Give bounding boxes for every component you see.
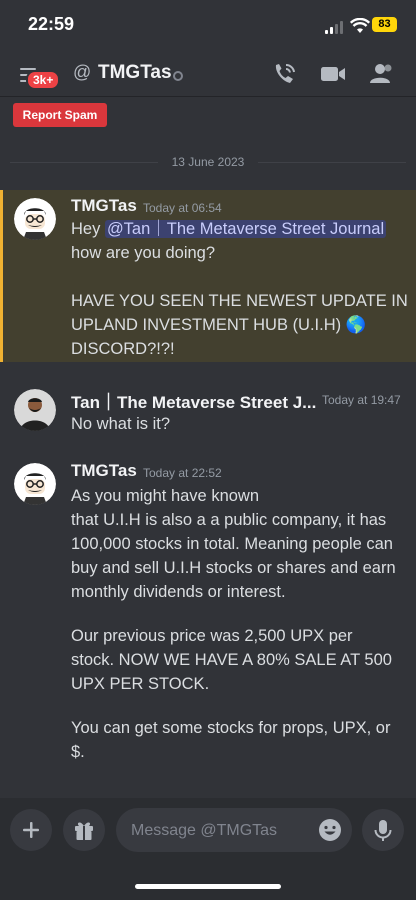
user-mention[interactable]: @Tan｜The Metaverse Street Journal (104, 220, 387, 238)
microphone-icon (374, 820, 392, 841)
message-author[interactable]: Tan｜The Metaverse Street J... (71, 388, 316, 413)
message-line: UPX PER STOCK. (71, 675, 210, 693)
message-author[interactable]: TMGTas (71, 196, 137, 216)
greeting-text: Hey (71, 220, 101, 238)
cartoon-avatar-icon (14, 463, 56, 505)
photo-avatar-icon (14, 389, 56, 431)
plus-icon (23, 822, 39, 838)
message-line: Hey @Tan｜The Metaverse Street Journal (71, 217, 387, 241)
avatar[interactable] (14, 463, 56, 505)
cartoon-avatar-icon (14, 198, 56, 240)
message-line: that U.I.H is also a a public company, i… (71, 511, 387, 529)
notification-badge: 3k+ (26, 70, 61, 90)
message-line: 100,000 stocks in total. Meaning people … (71, 535, 393, 553)
message-line: stock. NOW WE HAVE A 80% SALE AT 500 (71, 651, 392, 669)
call-icon[interactable] (270, 60, 300, 88)
message-line: buy and sell U.I.H stocks or shares and … (71, 559, 396, 577)
offline-status-icon (173, 71, 183, 81)
avatar[interactable] (14, 198, 56, 240)
signal-icon (325, 20, 345, 34)
message-timestamp: Today at 19:47 (322, 393, 401, 407)
report-spam-button[interactable]: Report Spam (13, 103, 107, 127)
message-line: HAVE YOU SEEN THE NEWEST UPDATE IN (71, 292, 408, 310)
message-line: how are you doing? (71, 244, 216, 262)
wifi-icon (350, 18, 370, 33)
video-icon[interactable] (318, 60, 348, 88)
message-author[interactable]: TMGTas (71, 461, 137, 481)
members-icon[interactable] (366, 60, 396, 88)
message-timestamp: Today at 06:54 (143, 201, 222, 215)
at-icon: @ (73, 62, 92, 82)
message-line: UPLAND INVESTMENT HUB (U.I.H) 🌎 (71, 316, 367, 334)
gift-icon (75, 822, 93, 840)
status-bar: 22:59 83 (0, 0, 416, 50)
message-line: You can get some stocks for props, UPX, … (71, 719, 391, 737)
status-time: 22:59 (28, 14, 75, 34)
channel-name[interactable]: TMGTas (98, 62, 172, 84)
message-placeholder: Message @TMGTas (131, 822, 278, 839)
message-timestamp: Today at 22:52 (143, 466, 222, 480)
battery-indicator: 83 (372, 17, 397, 32)
message-line: DISCORD?!?! (71, 340, 175, 358)
mention-bar (0, 190, 3, 362)
date-divider: 13 June 2023 (0, 155, 416, 169)
avatar[interactable] (14, 389, 56, 431)
voice-message-button[interactable] (362, 809, 404, 851)
add-attachment-button[interactable] (10, 809, 52, 851)
home-indicator (135, 884, 281, 889)
message-line: monthly dividends or interest. (71, 583, 286, 601)
channel-header (0, 50, 416, 97)
message-line: As you might have known (71, 487, 260, 505)
message-line: Our previous price was 2,500 UPX per (71, 627, 353, 645)
message-line: No what is it? (71, 415, 171, 433)
emoji-icon[interactable] (318, 818, 342, 842)
message-line: $. (71, 743, 85, 761)
gift-button[interactable] (63, 809, 105, 851)
